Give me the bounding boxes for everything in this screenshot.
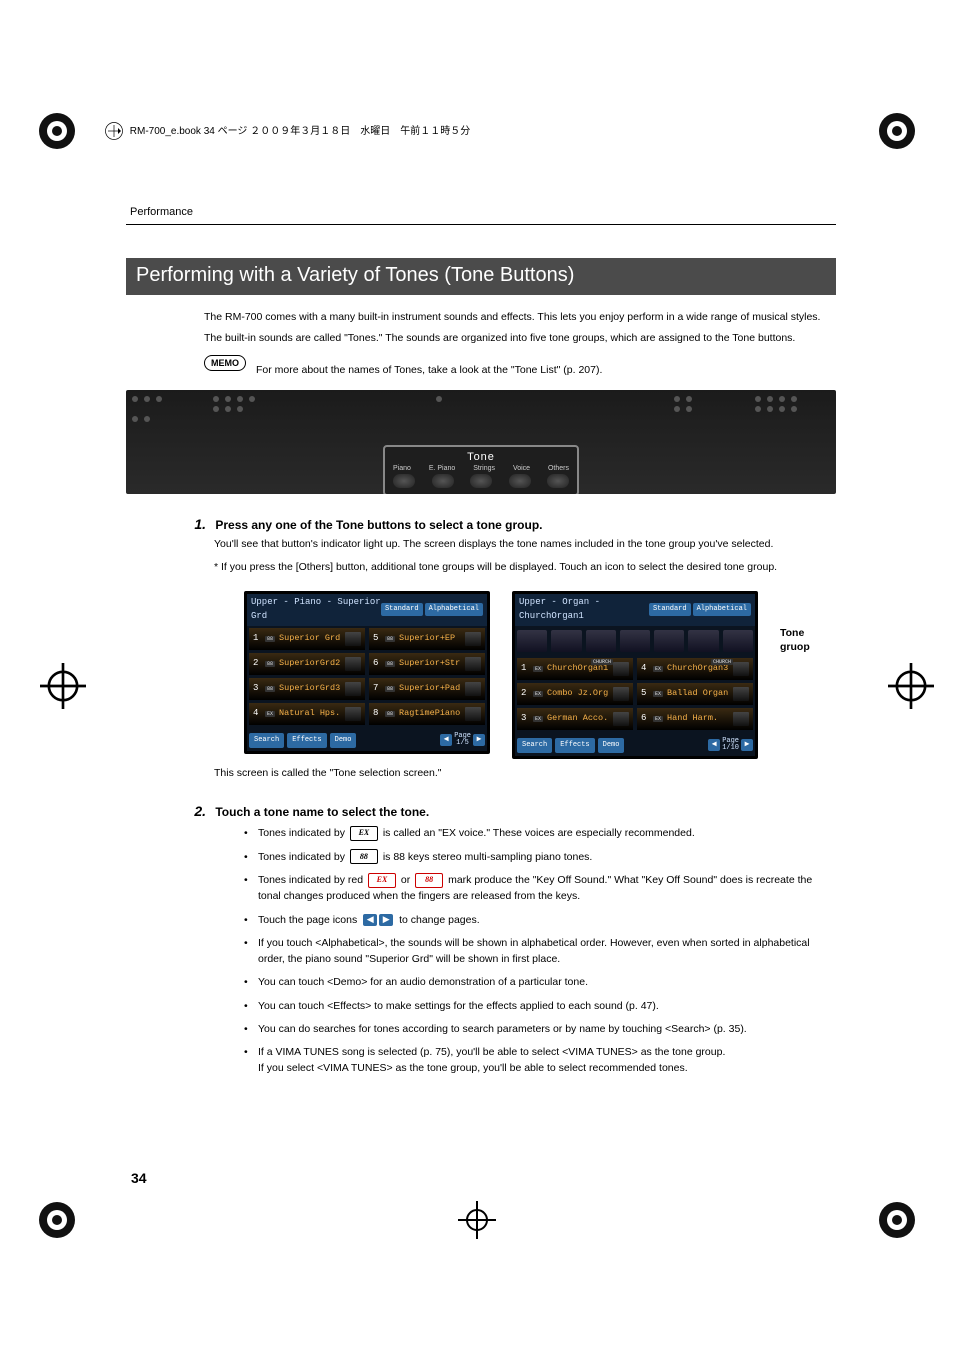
tone-item[interactable]: 688Superior+Str xyxy=(369,653,485,675)
tone-button[interactable] xyxy=(547,474,569,488)
tone-button-label: Piano xyxy=(393,465,411,472)
source-file-meta-text: RM-700_e.book 34 ページ ２００９年３月１８日 水曜日 午前１１… xyxy=(130,126,470,137)
tone-button[interactable] xyxy=(432,474,454,488)
page-prev-icon[interactable]: ◀ xyxy=(708,739,720,751)
tone-item[interactable]: 6EXHand Harm. xyxy=(637,708,753,730)
source-file-meta: RM-700_e.book 34 ページ ２００９年３月１８日 水曜日 午前１１… xyxy=(105,122,470,140)
crop-mark-icon xyxy=(454,1197,500,1243)
88-badge-red-icon: 88 xyxy=(415,873,443,888)
sort-alphabetical-button[interactable]: Alphabetical xyxy=(425,603,483,616)
page-next-icon[interactable]: ▶ xyxy=(741,739,753,751)
intro-paragraph-1: The RM-700 comes with a many built-in in… xyxy=(204,309,836,326)
page-prev-icon[interactable]: ◀ xyxy=(440,734,452,746)
tone-item[interactable]: 5EXBallad Organ xyxy=(637,683,753,705)
memo-badge: MEMO xyxy=(204,355,246,371)
tone-button-group: Tone Piano E. Piano Strings Voice Others xyxy=(383,445,579,494)
running-head: Performance xyxy=(130,206,193,218)
crop-mark-icon xyxy=(40,663,66,689)
step-heading: Press any one of the Tone buttons to sel… xyxy=(215,518,542,532)
demo-button[interactable]: Demo xyxy=(598,738,625,753)
tone-button-label: Strings xyxy=(473,465,495,472)
tone-category-icon[interactable] xyxy=(688,630,718,652)
bullet-item: Tones indicated by EX is called an "EX v… xyxy=(244,825,836,841)
tone-category-icon[interactable] xyxy=(517,630,547,652)
sort-standard-button[interactable]: Standard xyxy=(381,603,423,616)
running-rule xyxy=(126,224,836,225)
sort-alphabetical-button[interactable]: Alphabetical xyxy=(693,603,751,616)
tone-button[interactable] xyxy=(509,474,531,488)
step-heading: Touch a tone name to select the tone. xyxy=(215,805,429,819)
step-note: * If you press the [Others] button, addi… xyxy=(214,559,836,575)
tone-item[interactable]: 788Superior+Pad xyxy=(369,678,485,700)
tone-category-icon[interactable] xyxy=(586,630,616,652)
effects-button[interactable]: Effects xyxy=(555,738,594,753)
tone-category-icon[interactable] xyxy=(620,630,650,652)
crop-mark-icon xyxy=(874,1197,920,1243)
tone-item[interactable]: 388SuperiorGrd3 xyxy=(249,678,365,700)
page-indicator: Page 1/5 xyxy=(454,733,471,748)
tone-button[interactable] xyxy=(393,474,415,488)
tone-item[interactable]: 4EXChurchOrgan3CHURCH xyxy=(637,658,753,680)
page-indicator: Page 1/10 xyxy=(722,738,739,753)
bullet-item: You can touch <Demo> for an audio demons… xyxy=(244,974,836,990)
crop-mark-icon xyxy=(34,1197,80,1243)
tone-selection-screen-organ: Upper - Organ - ChurchOrgan1 Standard Al… xyxy=(512,591,758,759)
step-number: 1. xyxy=(184,516,206,532)
search-button[interactable]: Search xyxy=(517,738,552,753)
tone-item[interactable]: 1EXChurchOrgan1CHURCH xyxy=(517,658,633,680)
bullet-item: Tones indicated by red EX or 88 mark pro… xyxy=(244,872,836,905)
tone-category-icon[interactable] xyxy=(551,630,581,652)
framemaker-icon xyxy=(105,122,123,140)
bullet-item: You can touch <Effects> to make settings… xyxy=(244,998,836,1014)
tone-item[interactable]: 4EXNatural Hps. xyxy=(249,703,365,725)
bullet-item: Touch the page icons ◀▶ to change pages. xyxy=(244,912,836,928)
step-number: 2. xyxy=(184,803,206,819)
88-badge-icon: 88 xyxy=(350,849,378,864)
ex-badge-red-icon: EX xyxy=(368,873,396,888)
bullet-item: If you touch <Alphabetical>, the sounds … xyxy=(244,935,836,968)
tone-button-label: Voice xyxy=(513,465,530,472)
tone-selection-screen-piano: Upper - Piano - Superior Grd Standard Al… xyxy=(244,591,490,754)
effects-button[interactable]: Effects xyxy=(287,733,326,748)
ex-badge-icon: EX xyxy=(350,826,378,841)
tone-group-callout-label: Tone gruop xyxy=(780,591,820,654)
tone-button[interactable] xyxy=(470,474,492,488)
tone-item[interactable]: 588Superior+EP xyxy=(369,628,485,650)
page-number: 34 xyxy=(131,1170,147,1186)
section-title: Performing with a Variety of Tones (Tone… xyxy=(126,258,836,295)
memo-text: For more about the names of Tones, take … xyxy=(256,355,602,379)
demo-button[interactable]: Demo xyxy=(330,733,357,748)
search-button[interactable]: Search xyxy=(249,733,284,748)
page-next-icon[interactable]: ▶ xyxy=(473,734,485,746)
crop-mark-icon xyxy=(874,108,920,154)
hardware-panel-illustration: Tone Piano E. Piano Strings Voice Others xyxy=(126,390,836,494)
crop-mark-icon xyxy=(34,108,80,154)
tone-category-icon[interactable] xyxy=(723,630,753,652)
screens-caption: This screen is called the "Tone selectio… xyxy=(214,765,836,781)
tone-item[interactable]: 3EXGerman Acco. xyxy=(517,708,633,730)
tone-button-label: E. Piano xyxy=(429,465,455,472)
crop-mark-icon xyxy=(888,663,914,689)
bullet-item: Tones indicated by 88 is 88 keys stereo … xyxy=(244,849,836,865)
tone-item[interactable]: 2EXCombo Jz.Org xyxy=(517,683,633,705)
tone-category-icon[interactable] xyxy=(654,630,684,652)
step-text: You'll see that button's indicator light… xyxy=(214,536,836,552)
page-arrows-icon: ◀▶ xyxy=(363,914,393,926)
bullet-item: You can do searches for tones according … xyxy=(244,1021,836,1037)
tone-item[interactable]: 888RagtimePiano xyxy=(369,703,485,725)
tone-button-label: Others xyxy=(548,465,569,472)
tone-item[interactable]: 288SuperiorGrd2 xyxy=(249,653,365,675)
tone-item[interactable]: 188Superior Grd xyxy=(249,628,365,650)
screen-title: Upper - Piano - Superior Grd xyxy=(251,596,381,624)
bullet-item: If a VIMA TUNES song is selected (p. 75)… xyxy=(244,1044,836,1077)
sort-standard-button[interactable]: Standard xyxy=(649,603,691,616)
intro-paragraph-2: The built-in sounds are called "Tones." … xyxy=(204,330,836,347)
screen-title: Upper - Organ - ChurchOrgan1 xyxy=(519,596,649,624)
tone-group-label: Tone xyxy=(393,451,569,463)
